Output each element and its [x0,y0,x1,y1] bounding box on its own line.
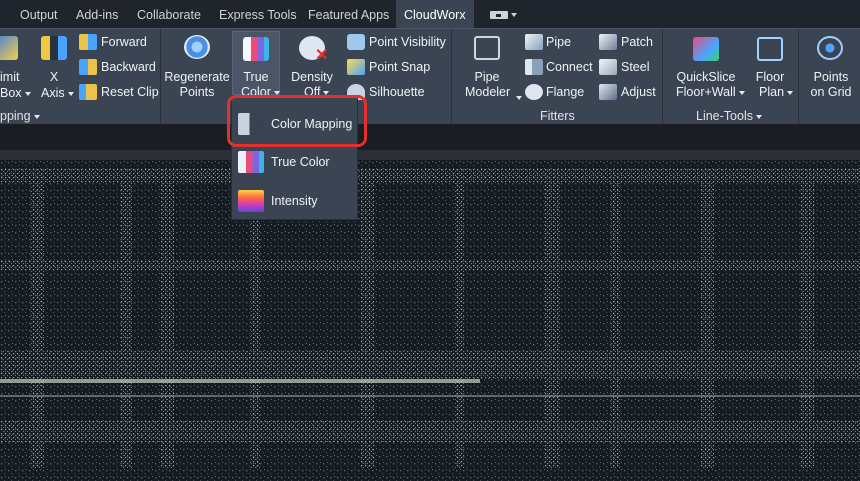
menu-item-intensity[interactable]: Intensity [232,182,357,220]
intensity-label: Intensity [271,194,318,208]
patch-icon[interactable] [599,34,617,50]
pipe-modeler-label-1[interactable]: Pipe [464,70,510,84]
pipe-modeler-label-2[interactable]: Modeler [465,85,510,99]
workspace-icon[interactable] [490,11,508,19]
tab-featured-apps[interactable]: Featured Apps [308,0,389,30]
flange-button[interactable]: Flange [546,85,584,99]
points-grid-label-1[interactable]: Points [806,70,856,84]
tab-output[interactable]: Output [20,0,58,30]
point-cloud-viewport[interactable] [0,160,860,481]
point-visibility-icon[interactable] [347,34,365,50]
off-x-icon: ✕ [315,47,329,64]
backward-icon[interactable] [79,59,97,75]
regenerate-label-2[interactable]: Points [160,85,234,99]
floor-plan-label-1[interactable]: Floor [750,70,790,84]
group-separator [798,29,799,125]
pipe-button[interactable]: Pipe [546,35,571,49]
silhouette-button[interactable]: Silhouette [369,85,425,99]
tab-collaborate[interactable]: Collaborate [137,0,201,30]
highlight-annotation [227,95,367,147]
adjust-button[interactable]: Adjust [621,85,656,99]
forward-button[interactable]: Forward [101,35,147,49]
floor-plan-icon[interactable] [757,37,783,61]
tab-express-tools[interactable]: Express Tools [219,0,297,30]
limit-box-icon[interactable] [0,36,18,60]
floor-plan-label-2[interactable]: Plan [759,85,794,99]
x-axis-label-1[interactable]: X [41,70,67,84]
group-separator [662,29,663,125]
camera-icon[interactable] [243,37,269,61]
reset-clip-button[interactable]: Reset Clip [101,85,159,99]
reset-clip-icon[interactable] [79,84,97,100]
chevron-down-icon[interactable] [511,13,517,17]
adjust-icon[interactable] [599,84,617,100]
intensity-gradient-icon [238,190,264,212]
connect-icon[interactable] [525,59,543,75]
quickslice-label-2[interactable]: Floor+Wall [676,85,745,99]
ribbon-panel: imit Box X Axis Forward Backward Reset C… [0,28,860,125]
patch-button[interactable]: Patch [621,35,653,49]
viewport-header [0,150,860,160]
tab-cloudworx[interactable]: CloudWorx [396,0,474,30]
quickslice-label-1[interactable]: QuickSlice [670,70,742,84]
steel-icon[interactable] [599,59,617,75]
limit-box-label-2[interactable]: Box [0,86,31,100]
group-title-fitters: Fitters [540,109,575,123]
forward-icon[interactable] [79,34,97,50]
pipe-modeler-dropdown[interactable] [513,89,522,107]
true-color-label: True Color [271,155,330,169]
x-axis-icon[interactable] [41,36,67,60]
true-color-label-1[interactable]: True [232,70,280,84]
tab-add-ins[interactable]: Add-ins [76,0,118,30]
point-snap-icon[interactable] [347,59,365,75]
pipe-icon[interactable] [525,34,543,50]
toolbar-strip [0,124,860,150]
quickslice-icon[interactable] [693,37,719,61]
backward-button[interactable]: Backward [101,60,156,74]
point-snap-button[interactable]: Point Snap [369,60,430,74]
point-visibility-button[interactable]: Point Visibility [369,35,446,49]
points-grid-label-2[interactable]: on Grid [806,85,856,99]
x-axis-label-2[interactable]: Axis [41,86,74,100]
flange-icon[interactable] [525,84,543,100]
connect-button[interactable]: Connect [546,60,593,74]
limit-box-label-1[interactable]: imit [0,70,19,84]
ribbon-tab-bar: Output Add-ins Collaborate Express Tools… [0,0,860,30]
menu-item-true-color[interactable]: True Color [232,143,357,181]
camera-icon [238,151,264,173]
regenerate-points-icon[interactable] [184,35,210,59]
steel-button[interactable]: Steel [621,60,650,74]
group-separator [451,29,452,125]
regenerate-label-1[interactable]: Regenerate [160,70,234,84]
group-title-line-tools[interactable]: Line-Tools [696,109,762,123]
group-title-clipping[interactable]: pping [0,109,40,123]
points-on-grid-icon[interactable] [817,36,843,60]
point-cloud-image [0,160,860,481]
pipe-modeler-icon[interactable] [474,36,500,60]
density-label-1[interactable]: Density [287,70,337,84]
